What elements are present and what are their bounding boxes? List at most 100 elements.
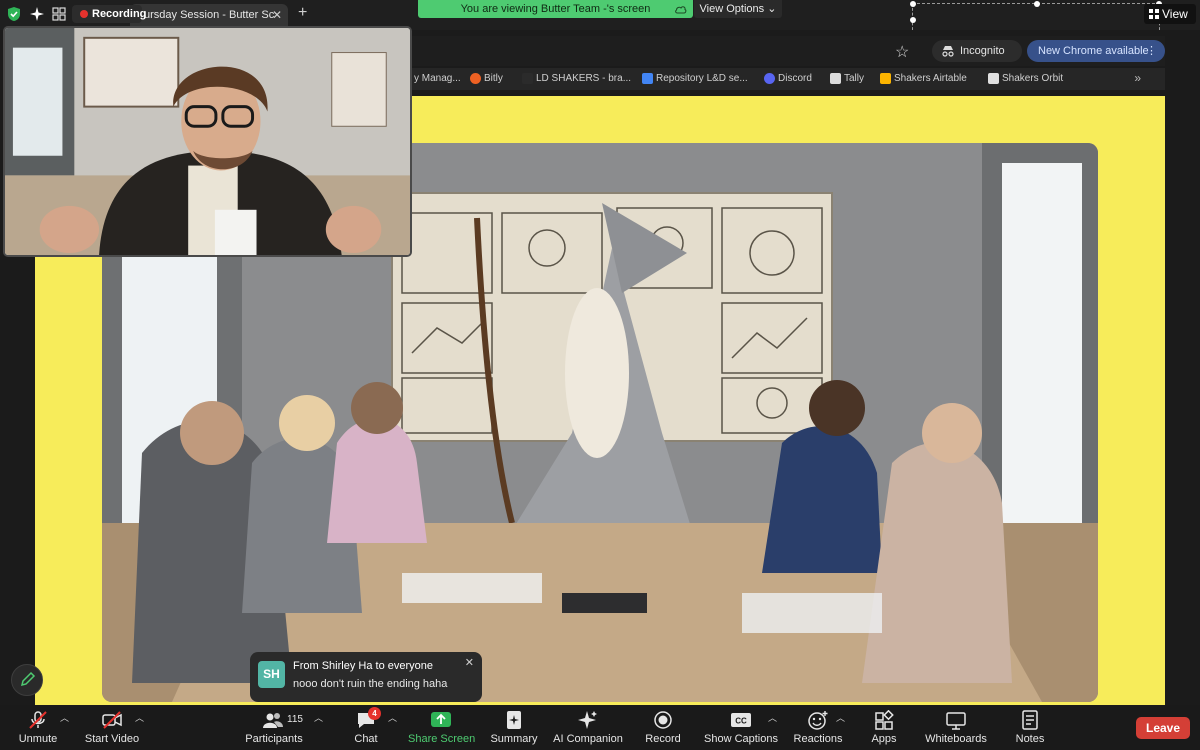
discord-icon xyxy=(764,73,775,84)
ai-companion-label: AI Companion xyxy=(553,733,623,745)
bookmark-label: y Manag... xyxy=(414,73,461,84)
bookmark-item[interactable]: Tally xyxy=(830,73,864,84)
chrome-update-button[interactable]: New Chrome available ⋮ xyxy=(1027,40,1165,62)
resize-handle[interactable] xyxy=(910,1,916,7)
bookmark-label: Shakers Airtable xyxy=(894,73,967,84)
tally-icon xyxy=(830,73,841,84)
ai-sparkle-icon[interactable] xyxy=(29,6,45,22)
record-icon xyxy=(654,711,672,729)
view-options-label: View Options xyxy=(699,3,765,15)
incognito-badge[interactable]: Incognito xyxy=(932,40,1022,62)
cloud-icon xyxy=(675,6,687,14)
start-video-label: Start Video xyxy=(84,733,140,745)
bookmark-label: Discord xyxy=(778,73,812,84)
gallery-grid-icon[interactable] xyxy=(52,7,66,21)
unmute-label: Unmute xyxy=(18,733,58,745)
share-screen-label: Share Screen xyxy=(408,733,476,745)
chat-label: Chat xyxy=(354,733,378,745)
chat-message: nooo don't ruin the ending haha xyxy=(293,678,448,690)
bookmarks-bar: y Manag... Bitly LD SHAKERS - bra... Rep… xyxy=(410,68,1165,90)
recording-indicator[interactable]: Recording xyxy=(72,5,146,23)
chrome-update-label: New Chrome available xyxy=(1038,45,1149,57)
share-screen-icon xyxy=(431,712,451,727)
unmute-button[interactable]: Unmute xyxy=(10,705,66,750)
new-tab-button[interactable]: + xyxy=(298,4,307,22)
security-shield-icon[interactable] xyxy=(6,6,22,22)
bookmark-label: Shakers Orbit xyxy=(1002,73,1064,84)
bookmark-label: Bitly xyxy=(484,73,503,84)
chevron-up-icon[interactable]: ︿ xyxy=(836,711,845,724)
meeting-toolbar: Unmute ︿ Start Video ︿ 115 Participants … xyxy=(0,705,1200,750)
show-captions-label: Show Captions xyxy=(704,733,778,745)
browser-tab[interactable]: ursday Session - Butter Sc ✕ xyxy=(130,4,288,26)
summary-icon xyxy=(507,711,521,729)
bookmark-label: Repository L&D se... xyxy=(656,73,748,84)
whiteboard-icon xyxy=(946,712,966,730)
resize-handle[interactable] xyxy=(1034,1,1040,7)
chevron-down-icon: ⌄ xyxy=(767,3,777,15)
reactions-label: Reactions xyxy=(793,733,843,745)
ai-companion-button[interactable]: AI Companion xyxy=(552,705,624,750)
zoom-meeting-window: ursday Session - Butter Sc ✕ + Recording… xyxy=(0,0,1200,750)
airtable-icon xyxy=(880,73,891,84)
chevron-up-icon[interactable]: ︿ xyxy=(314,711,323,724)
bookmark-star-icon[interactable]: ☆ xyxy=(895,42,909,62)
chevron-up-icon[interactable]: ︿ xyxy=(135,711,144,724)
bookmark-item[interactable]: Repository L&D se... xyxy=(642,73,748,84)
svg-text:CC: CC xyxy=(735,717,747,726)
bookmark-label: Tally xyxy=(844,73,865,84)
chat-button[interactable]: 4 Chat xyxy=(344,705,388,750)
bookmark-item[interactable]: Shakers Airtable xyxy=(880,73,967,84)
summary-label: Summary xyxy=(490,733,538,745)
bitly-icon xyxy=(470,73,481,84)
annotate-button[interactable] xyxy=(11,664,43,696)
ai-companion-sparkle-icon xyxy=(578,711,597,729)
reactions-smiley-icon xyxy=(808,711,828,730)
chrome-toolbar: ☆ Incognito New Chrome available ⋮ xyxy=(410,36,1165,66)
leave-button[interactable]: Leave xyxy=(1136,717,1190,739)
recording-dot-icon xyxy=(80,10,88,18)
view-grid-icon xyxy=(1149,9,1159,19)
share-banner-text: You are viewing Butter Team -'s screen xyxy=(460,3,651,15)
record-button[interactable]: Record xyxy=(640,705,686,750)
resize-handle[interactable] xyxy=(910,17,916,23)
view-options-button[interactable]: View Options ⌄ xyxy=(694,0,782,18)
self-video-tile[interactable] xyxy=(3,26,412,257)
bookmark-item[interactable]: Shakers Orbit xyxy=(988,73,1063,84)
chevron-up-icon[interactable]: ︿ xyxy=(768,711,777,724)
bookmark-item[interactable]: Discord xyxy=(764,73,812,84)
browser-tab-title: ursday Session - Butter Sc xyxy=(144,9,275,21)
mic-muted-icon xyxy=(29,711,47,729)
ld-shakers-icon xyxy=(522,73,533,84)
close-icon[interactable]: ✕ xyxy=(465,656,474,669)
more-menu-icon[interactable]: ⋮ xyxy=(1146,40,1157,62)
bookmark-item[interactable]: Bitly xyxy=(470,73,503,84)
incognito-label: Incognito xyxy=(960,45,1005,57)
chat-sender: From Shirley Ha to everyone xyxy=(293,660,433,672)
chevron-up-icon[interactable]: ︿ xyxy=(60,711,69,724)
chevron-up-icon[interactable]: ︿ xyxy=(388,711,397,724)
tab-close-icon[interactable]: ✕ xyxy=(272,4,282,26)
whiteboards-label: Whiteboards xyxy=(925,733,987,745)
view-button[interactable]: View xyxy=(1144,4,1196,24)
apps-button[interactable]: Apps xyxy=(864,705,904,750)
bookmark-item[interactable]: LD SHAKERS - bra... xyxy=(522,73,631,84)
notes-button[interactable]: Notes xyxy=(1008,705,1052,750)
share-screen-button[interactable]: Share Screen xyxy=(408,705,476,750)
record-label: Record xyxy=(645,733,681,745)
avatar: SH xyxy=(258,661,285,688)
chat-notification[interactable]: SH From Shirley Ha to everyone nooo don'… xyxy=(250,652,482,702)
incognito-icon xyxy=(942,46,954,57)
orbit-icon xyxy=(988,73,999,84)
show-captions-button[interactable]: CC Show Captions xyxy=(704,705,778,750)
summary-button[interactable]: Summary xyxy=(488,705,540,750)
participants-label: Participants xyxy=(245,733,303,745)
recording-label: Recording xyxy=(92,8,147,20)
bookmarks-overflow-icon[interactable]: » xyxy=(1134,71,1141,85)
bookmark-label: LD SHAKERS - bra... xyxy=(536,73,632,84)
video-off-icon xyxy=(102,711,122,729)
pencil-icon xyxy=(20,671,36,687)
repository-icon xyxy=(642,73,653,84)
whiteboards-button[interactable]: Whiteboards xyxy=(922,705,990,750)
participants-button[interactable]: 115 Participants xyxy=(240,705,308,750)
